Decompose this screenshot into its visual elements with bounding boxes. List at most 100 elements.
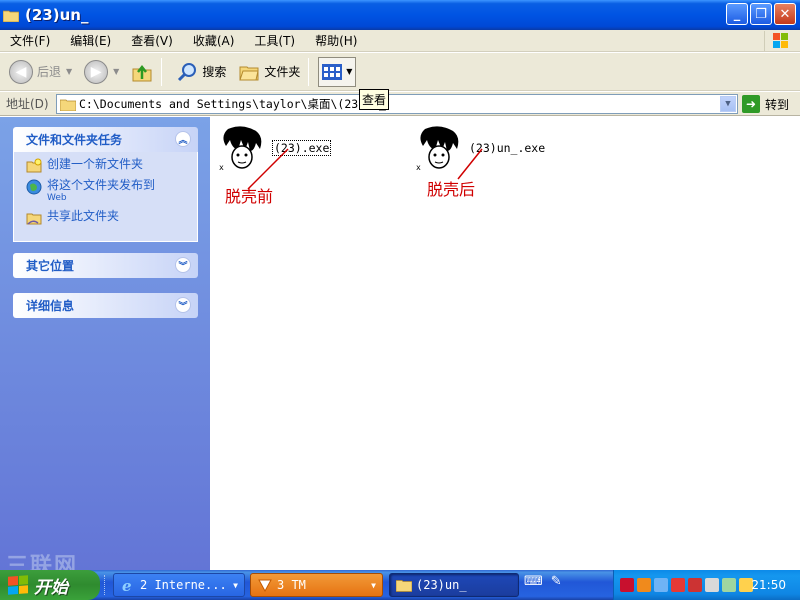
chevron-down-icon[interactable]: ▼ [66,67,72,76]
task-label-sub: Web [47,193,67,203]
close-button[interactable]: ✕ [774,3,796,25]
keyboard-icon[interactable]: ⌨ [524,574,543,589]
views-icon [322,63,343,80]
other-places-header[interactable]: 其它位置 ︾ [13,253,198,278]
network-icon[interactable] [654,578,668,592]
internet-explorer-icon: e [122,577,132,593]
address-path: C:\Documents and Settings\taylor\桌面\(23)… [79,97,386,111]
tm-tray-icon[interactable] [637,578,651,592]
taskbar-button-folder[interactable]: (23)un_ [389,573,519,597]
security-icon[interactable] [671,578,685,592]
menu-file[interactable]: 文件(F) [0,32,60,49]
restore-icon: ❐ [755,6,767,22]
taskbar-button-label: (23)un_ [416,578,467,592]
search-icon [178,62,197,81]
update-icon[interactable] [705,578,719,592]
go-button[interactable]: ➜ 转到 [742,95,789,113]
menu-favorites[interactable]: 收藏(A) [183,32,245,49]
minimize-icon: _ [733,6,741,22]
task-label-main: 将这个文件夹发布到 [47,178,156,192]
annotation-before: 脱壳前 [225,187,274,206]
collapse-icon[interactable]: ︽ [175,131,191,147]
start-button[interactable]: 开始 [0,570,100,600]
window-title: (23)un_ [25,6,89,24]
menu-tools[interactable]: 工具(T) [244,32,305,49]
up-button[interactable] [128,56,156,88]
other-places-title: 其它位置 [26,259,75,273]
views-button[interactable]: ▼ [318,56,357,87]
folder-icon [396,580,412,592]
file-tasks-header[interactable]: 文件和文件夹任务 ︽ [13,127,198,152]
forward-button[interactable]: ▶ ▼ [81,56,122,88]
clock[interactable]: 21:50 [751,578,786,592]
chevron-down-icon: ▼ [725,99,731,109]
minimize-button[interactable]: _ [726,3,748,25]
details-title: 详细信息 [26,299,75,313]
share-folder-icon [26,213,42,225]
address-bar: 地址(D) C:\Documents and Settings\taylor\桌… [0,92,800,116]
tm-app-icon [258,579,272,593]
windows-flag-icon [8,575,28,595]
address-label: 地址(D) [6,97,49,111]
language-bar: ⌨ ✎ [524,574,562,589]
folders-icon [239,66,259,80]
task-label: 共享此文件夹 [47,209,120,223]
folder-icon [60,99,76,111]
search-button[interactable]: 搜索 [173,56,229,88]
task-share-folder[interactable]: 共享此文件夹 [26,210,191,226]
folder-icon [3,10,19,22]
start-label: 开始 [34,577,68,598]
file-view[interactable]: x (23).exe x (23)un_.exe 脱壳前 脱壳后 [210,117,800,570]
task-pane: 文件和文件夹任务 ︽ 创建一个新文件夹 将这个文件夹发布到 Web 共享此文件夹… [0,117,210,570]
chevron-down-icon[interactable]: ▼ [113,67,119,76]
antivirus-icon[interactable] [620,578,634,592]
address-input[interactable]: C:\Documents and Settings\taylor\桌面\(23)… [56,94,738,114]
annotation-lines [247,148,483,190]
windows-logo [764,31,796,51]
details-header[interactable]: 详细信息 ︾ [13,293,198,318]
toolbar: ◀ 后退 ▼ ▶ ▼ 搜索 文件夹 ▼ [0,53,800,91]
go-label: 转到 [765,97,790,112]
toolbar-separator [308,57,310,86]
task-publish-web[interactable]: 将这个文件夹发布到 Web [26,179,191,205]
messenger-icon[interactable] [722,578,736,592]
task-new-folder[interactable]: 创建一个新文件夹 [26,158,191,174]
file-tasks-body: 创建一个新文件夹 将这个文件夹发布到 Web 共享此文件夹 [13,152,198,242]
expand-icon[interactable]: ︾ [175,297,191,313]
chevron-down-icon: ▼ [233,580,238,590]
expand-icon[interactable]: ︾ [175,257,191,273]
globe-icon [26,179,42,195]
kaspersky-icon[interactable] [688,578,702,592]
views-tooltip: 查看 [359,89,390,110]
taskbar-button-ie[interactable]: e 2 Interne... ▼ [113,573,245,597]
back-arrow-icon: ◀ [9,59,33,84]
taskbar-button-label: 2 Interne... [140,578,227,592]
folder-up-icon [132,64,152,81]
title-bar[interactable]: (23)un_ _ ❐ ✕ [0,0,800,30]
file-tasks-panel: 文件和文件夹任务 ︽ 创建一个新文件夹 将这个文件夹发布到 Web 共享此文件夹 [13,127,198,242]
search-label: 搜索 [202,65,227,79]
maximize-button[interactable]: ❐ [750,3,772,25]
forward-arrow-icon: ▶ [84,59,109,84]
taskbar-button-label: 3 TM [277,578,306,592]
back-label: 后退 [37,65,62,79]
address-dropdown-button[interactable]: ▼ [720,96,736,112]
taskbar: 开始 e 2 Interne... ▼ 3 TM ▼ (23)un_ ⌨ ✎ 2… [0,570,800,600]
folders-button[interactable]: 文件夹 [235,56,303,88]
menu-edit[interactable]: 编辑(E) [60,32,121,49]
toolbar-separator [161,57,163,86]
menu-bar: 文件(F) 编辑(E) 查看(V) 收藏(A) 工具(T) 帮助(H) [0,30,800,52]
annotation-line [457,148,483,180]
pen-icon[interactable]: ✎ [551,574,562,589]
quicklaunch-grip[interactable] [104,575,110,595]
svg-text:e: e [122,577,132,593]
menu-view[interactable]: 查看(V) [121,32,183,49]
other-places-panel: 其它位置 ︾ [13,253,198,278]
back-button[interactable]: ◀ 后退 ▼ [6,56,75,88]
taskbar-button-tm[interactable]: 3 TM ▼ [250,573,383,597]
details-panel: 详细信息 ︾ [13,293,198,318]
annotation-after: 脱壳后 [427,180,476,199]
chevron-down-icon: ▼ [371,580,376,590]
task-label: 创建一个新文件夹 [47,157,144,171]
menu-help[interactable]: 帮助(H) [305,32,367,49]
